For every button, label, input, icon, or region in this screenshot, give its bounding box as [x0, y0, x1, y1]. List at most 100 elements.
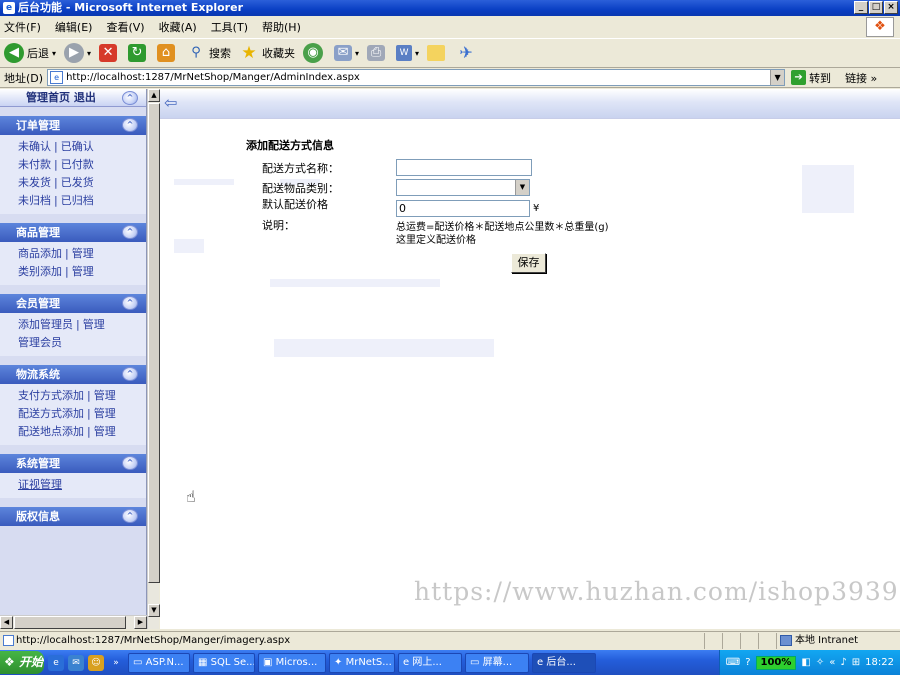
- sidebar-vertical-scrollbar[interactable]: ▲ ▼: [147, 89, 160, 629]
- address-dropdown-icon[interactable]: ▼: [770, 70, 785, 85]
- scroll-thumb[interactable]: [148, 103, 160, 583]
- group-header-members[interactable]: 会员管理 ^: [0, 294, 146, 313]
- link-add-delivery[interactable]: 配送方式添加: [18, 407, 84, 420]
- mail-dropdown-icon[interactable]: ▾: [355, 49, 359, 58]
- print-button[interactable]: ⎙: [367, 45, 388, 61]
- task-mrnetshop[interactable]: ✦ MrNetS...: [329, 652, 395, 673]
- links-button[interactable]: 链接 »: [845, 70, 877, 86]
- link-unarchived[interactable]: 未归档: [18, 194, 51, 207]
- menu-file[interactable]: 文件(F): [4, 19, 41, 35]
- network-icon[interactable]: ⊞: [852, 657, 860, 668]
- link-confirmed[interactable]: 已确认: [61, 140, 94, 153]
- link-unconfirmed[interactable]: 未确认: [18, 140, 51, 153]
- scroll-right-icon[interactable]: ▶: [134, 616, 147, 629]
- link-manage-members[interactable]: 管理会员: [18, 336, 62, 349]
- back-arrow-icon[interactable]: ⇦: [164, 95, 177, 111]
- outlook-launch-icon[interactable]: ✉: [68, 654, 84, 671]
- messenger-button[interactable]: ✈: [456, 43, 479, 63]
- back-dropdown-icon[interactable]: ▾: [52, 49, 56, 58]
- scroll-up-icon[interactable]: ▲: [148, 89, 160, 102]
- collapse-icon[interactable]: ^: [122, 367, 138, 381]
- menu-help[interactable]: 帮助(H): [262, 19, 301, 35]
- refresh-button[interactable]: ↻: [128, 44, 149, 62]
- volume-icon[interactable]: ♪: [840, 657, 846, 668]
- link-manage-categories[interactable]: 管理: [72, 265, 94, 278]
- close-button[interactable]: ×: [884, 1, 898, 14]
- collapse-icon[interactable]: ^: [122, 91, 138, 105]
- group-header-products[interactable]: 商品管理 ^: [0, 223, 146, 242]
- link-manage-admins[interactable]: 管理: [83, 318, 105, 331]
- sidebar-home-links[interactable]: 管理首页 退出: [26, 91, 96, 104]
- menu-tools[interactable]: 工具(T): [211, 19, 248, 35]
- edit-button[interactable]: W ▾: [396, 45, 419, 61]
- tray-icon[interactable]: ✧: [816, 657, 824, 668]
- edit-dropdown-icon[interactable]: ▾: [415, 49, 419, 58]
- quick-launch-more-icon[interactable]: »: [108, 655, 124, 671]
- default-price-input[interactable]: 0: [396, 200, 530, 217]
- scroll-down-icon[interactable]: ▼: [148, 604, 160, 617]
- home-button[interactable]: ⌂: [157, 44, 178, 62]
- collapse-icon[interactable]: ^: [122, 118, 138, 132]
- menu-view[interactable]: 查看(V): [106, 19, 144, 35]
- link-add-category[interactable]: 类别添加: [18, 265, 62, 278]
- link-add-location[interactable]: 配送地点添加: [18, 425, 84, 438]
- collapse-icon[interactable]: ^: [122, 456, 138, 470]
- menu-favorites[interactable]: 收藏(A): [159, 19, 197, 35]
- media-button[interactable]: ◉: [303, 43, 326, 63]
- keyboard-icon[interactable]: ⌨: [726, 657, 740, 668]
- collapse-icon[interactable]: ^: [122, 509, 138, 523]
- collapse-icon[interactable]: ^: [122, 296, 138, 310]
- scroll-left-icon[interactable]: ◀: [0, 616, 13, 629]
- help-icon[interactable]: ?: [745, 657, 750, 668]
- go-button[interactable]: ➔ 转到: [791, 70, 831, 86]
- forward-button[interactable]: ▶ ▾: [64, 43, 91, 63]
- save-button[interactable]: 保存: [511, 253, 546, 273]
- address-input[interactable]: e http://localhost:1287/MrNetShop/Manger…: [47, 69, 786, 86]
- link-manage-delivery[interactable]: 管理: [94, 407, 116, 420]
- link-add-payment[interactable]: 支付方式添加: [18, 389, 84, 402]
- link-manage-products[interactable]: 管理: [72, 247, 94, 260]
- group-header-system[interactable]: 系统管理 ^: [0, 454, 146, 473]
- link-shipped[interactable]: 已发货: [61, 176, 94, 189]
- link-add-product[interactable]: 商品添加: [18, 247, 62, 260]
- group-header-copyright[interactable]: 版权信息 ^: [0, 507, 146, 526]
- group-header-logistics[interactable]: 物流系统 ^: [0, 365, 146, 384]
- mail-button[interactable]: ✉ ▾: [334, 45, 359, 61]
- back-button[interactable]: ◀ 后退 ▾: [4, 43, 56, 63]
- link-image-manage[interactable]: 证视管理: [18, 478, 62, 491]
- search-button[interactable]: ⚲ 搜索: [186, 43, 231, 63]
- folder-button[interactable]: [427, 45, 448, 61]
- minimize-button[interactable]: _: [854, 1, 868, 14]
- task-admin[interactable]: e 后台...: [532, 652, 596, 673]
- tray-icon[interactable]: ◧: [801, 657, 810, 668]
- sidebar-home-bar[interactable]: 管理首页 退出 ^: [0, 89, 146, 107]
- link-archived[interactable]: 已归档: [61, 194, 94, 207]
- link-manage-location[interactable]: 管理: [94, 425, 116, 438]
- task-sql[interactable]: ▦ SQL Se...: [193, 652, 255, 673]
- messenger-launch-icon[interactable]: ☺: [88, 654, 104, 671]
- menu-edit[interactable]: 编辑(E): [55, 19, 93, 35]
- ie-launch-icon[interactable]: e: [48, 654, 64, 671]
- task-web[interactable]: e 网上...: [398, 652, 462, 673]
- scroll-thumb[interactable]: [14, 616, 126, 629]
- link-unpaid[interactable]: 未付款: [18, 158, 51, 171]
- tray-expand-icon[interactable]: «: [829, 657, 835, 668]
- link-unshipped[interactable]: 未发货: [18, 176, 51, 189]
- task-asp[interactable]: ▭ ASP.N...: [128, 652, 190, 673]
- forward-dropdown-icon[interactable]: ▾: [87, 49, 91, 58]
- favorites-button[interactable]: ★ 收藏夹: [239, 43, 295, 63]
- task-microsoft[interactable]: ▣ Micros...: [258, 652, 326, 673]
- zoom-indicator[interactable]: 100%: [755, 655, 797, 670]
- link-add-admin[interactable]: 添加管理员: [18, 318, 73, 331]
- delivery-name-input[interactable]: [396, 159, 532, 176]
- stop-button[interactable]: ✕: [99, 44, 120, 62]
- chevron-down-icon[interactable]: ▼: [515, 180, 529, 195]
- collapse-icon[interactable]: ^: [122, 225, 138, 239]
- maximize-button[interactable]: □: [869, 1, 883, 14]
- group-header-orders[interactable]: 订单管理 ^: [0, 116, 146, 135]
- sidebar-horizontal-scrollbar[interactable]: ◀ ▶: [0, 615, 147, 629]
- link-paid[interactable]: 已付款: [61, 158, 94, 171]
- link-manage-payment[interactable]: 管理: [94, 389, 116, 402]
- task-screenshot[interactable]: ▭ 屏幕...: [465, 652, 529, 673]
- delivery-category-select[interactable]: ▼: [396, 179, 530, 196]
